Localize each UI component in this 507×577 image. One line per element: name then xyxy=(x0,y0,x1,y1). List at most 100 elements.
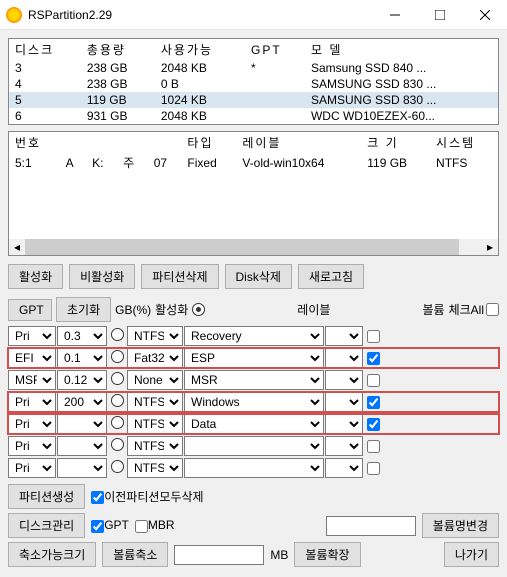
volume-select[interactable] xyxy=(325,326,363,346)
partition-type-select[interactable]: Pri xyxy=(8,436,56,456)
disk-column-header[interactable]: 모 델 xyxy=(305,39,498,60)
disk-row[interactable]: 6931 GB2048 KBWDC WD10EZEX-60... xyxy=(9,108,498,124)
partition-type-select[interactable]: Pri xyxy=(8,326,56,346)
partition-type-select[interactable]: Pri xyxy=(8,414,56,434)
row-checkbox[interactable] xyxy=(367,352,380,365)
activate-radio[interactable] xyxy=(111,460,124,473)
activate-radio[interactable] xyxy=(111,438,124,451)
filesystem-select[interactable]: Fat32 xyxy=(127,348,183,368)
label-select[interactable]: Recovery xyxy=(184,326,324,346)
partition-column-header[interactable]: 번호 xyxy=(9,132,60,153)
scroll-thumb[interactable] xyxy=(25,239,459,255)
disk-row[interactable]: 5119 GB1024 KBSAMSUNG SSD 830 ... xyxy=(9,92,498,108)
row-checkbox[interactable] xyxy=(367,396,380,409)
gpt-checkbox-label[interactable]: GPT xyxy=(91,518,129,532)
volume-select[interactable] xyxy=(325,348,363,368)
filesystem-select[interactable]: NTFS xyxy=(127,436,183,456)
activate-button[interactable]: 활성화 xyxy=(8,264,63,289)
disk-row[interactable]: 3238 GB2048 KB*Samsung SSD 840 ... xyxy=(9,60,498,76)
volume-rename-button[interactable]: 볼륨명변경 xyxy=(422,513,499,538)
delete-prev-checkbox[interactable] xyxy=(91,491,104,504)
activate-radio[interactable] xyxy=(111,416,124,429)
size-gb-select[interactable] xyxy=(57,436,107,456)
volume-select[interactable] xyxy=(325,458,363,478)
size-gb-select[interactable]: 0.128 xyxy=(57,370,107,390)
partition-type-select[interactable]: Pri xyxy=(8,392,56,412)
mbr-checkbox[interactable] xyxy=(135,520,148,533)
disk-column-header[interactable]: 총용량 xyxy=(81,39,155,60)
volume-select[interactable] xyxy=(325,436,363,456)
scroll-right-icon[interactable]: ▸ xyxy=(482,239,498,255)
delete-partition-button[interactable]: 파티션삭제 xyxy=(141,264,218,289)
size-gb-select[interactable]: 0.3 xyxy=(57,326,107,346)
disk-column-header[interactable]: 사용가능 xyxy=(155,39,245,60)
partition-row[interactable]: 5:1AK:주07FixedV-old-win10x64119 GBNTFS xyxy=(9,153,498,172)
filesystem-select[interactable]: NTFS xyxy=(127,414,183,434)
size-gb-select[interactable]: 0.1 xyxy=(57,348,107,368)
label-select[interactable] xyxy=(184,458,324,478)
gpt-button[interactable]: GPT xyxy=(8,299,52,321)
refresh-button[interactable]: 새로고침 xyxy=(298,264,364,289)
partition-column-header[interactable]: 레이블 xyxy=(236,132,361,153)
label-select[interactable]: MSR xyxy=(184,370,324,390)
activate-radio[interactable] xyxy=(111,350,124,363)
gpt-checkbox[interactable] xyxy=(91,520,104,533)
row-checkbox[interactable] xyxy=(367,462,380,475)
row-checkbox[interactable] xyxy=(367,330,380,343)
filesystem-select[interactable]: NTFS xyxy=(127,458,183,478)
delete-prev-checkbox-label[interactable]: 이전파티션모두삭제 xyxy=(91,488,203,505)
disk-row[interactable]: 4238 GB0 BSAMSUNG SSD 830 ... xyxy=(9,76,498,92)
disk-management-button[interactable]: 디스크관리 xyxy=(8,513,85,538)
volume-name-input[interactable] xyxy=(326,516,416,536)
activate-header-radio[interactable] xyxy=(192,303,205,316)
delete-disk-button[interactable]: Disk삭제 xyxy=(225,264,292,289)
label-select[interactable]: Windows xyxy=(184,392,324,412)
volume-select[interactable] xyxy=(325,392,363,412)
size-input[interactable] xyxy=(174,545,264,565)
shrinkable-size-button[interactable]: 축소가능크기 xyxy=(8,542,96,567)
partition-column-header[interactable] xyxy=(86,132,117,153)
volume-select[interactable] xyxy=(325,414,363,434)
filesystem-select[interactable]: NTFS xyxy=(127,326,183,346)
filesystem-select[interactable]: None xyxy=(127,370,183,390)
activate-radio[interactable] xyxy=(111,372,124,385)
partition-column-header[interactable]: 시스템 xyxy=(430,132,498,153)
label-select[interactable]: Data xyxy=(184,414,324,434)
activate-radio[interactable] xyxy=(111,328,124,341)
activate-radio[interactable] xyxy=(111,394,124,407)
volume-extend-button[interactable]: 볼륨확장 xyxy=(294,542,360,567)
row-checkbox[interactable] xyxy=(367,440,380,453)
exit-button[interactable]: 나가기 xyxy=(444,542,499,567)
partition-type-select[interactable]: Pri xyxy=(8,458,56,478)
maximize-button[interactable] xyxy=(417,0,462,30)
create-partition-button[interactable]: 파티션생성 xyxy=(8,484,85,509)
partition-column-header[interactable] xyxy=(117,132,148,153)
size-gb-select[interactable] xyxy=(57,458,107,478)
init-button[interactable]: 초기화 xyxy=(56,297,111,322)
scroll-left-icon[interactable]: ◂ xyxy=(9,239,25,255)
volume-shrink-button[interactable]: 볼륨축소 xyxy=(102,542,168,567)
check-all-checkbox[interactable] xyxy=(486,303,499,316)
row-checkbox[interactable] xyxy=(367,374,380,387)
partition-column-header[interactable]: 크 기 xyxy=(361,132,430,153)
partition-column-header[interactable] xyxy=(60,132,87,153)
label-select[interactable]: ESP xyxy=(184,348,324,368)
partition-type-select[interactable]: EFI xyxy=(8,348,56,368)
size-gb-select[interactable]: 200 xyxy=(57,392,107,412)
filesystem-select[interactable]: NTFS xyxy=(127,392,183,412)
partition-column-header[interactable]: 타입 xyxy=(181,132,236,153)
close-button[interactable] xyxy=(462,0,507,30)
partition-column-header[interactable] xyxy=(148,132,182,153)
partition-type-select[interactable]: MSR xyxy=(8,370,56,390)
size-gb-select[interactable] xyxy=(57,414,107,434)
horizontal-scrollbar[interactable]: ◂ ▸ xyxy=(9,239,498,255)
label-header: 레이블 xyxy=(209,301,418,318)
label-select[interactable] xyxy=(184,436,324,456)
row-checkbox[interactable] xyxy=(367,418,380,431)
deactivate-button[interactable]: 비활성화 xyxy=(69,264,135,289)
minimize-button[interactable] xyxy=(372,0,417,30)
volume-select[interactable] xyxy=(325,370,363,390)
disk-column-header[interactable]: GPT xyxy=(245,39,305,60)
mbr-checkbox-label[interactable]: MBR xyxy=(135,518,175,532)
disk-column-header[interactable]: 디스크 xyxy=(9,39,81,60)
